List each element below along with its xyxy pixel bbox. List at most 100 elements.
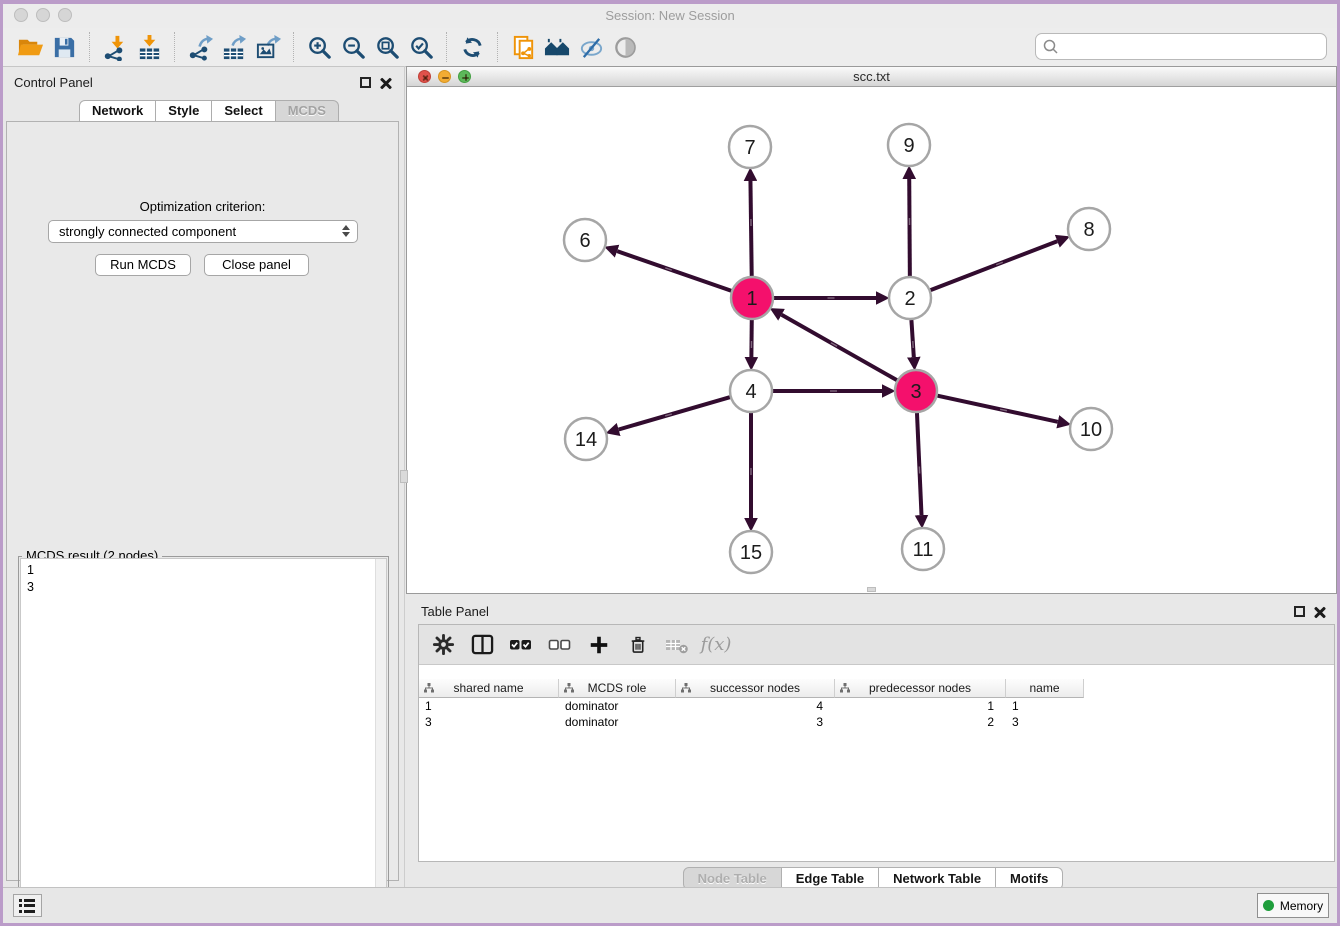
export-table-button[interactable] [217,31,251,63]
column-panel-button[interactable] [470,633,494,657]
dropdown-stepper-icon [342,225,350,237]
node-label: 9 [903,135,914,157]
close-panel-icon[interactable] [380,77,392,89]
column-header-shared-name[interactable]: shared name [419,679,559,698]
tab-style[interactable]: Style [156,100,212,122]
image-export-icon [255,34,282,61]
node-label: 1 [746,288,757,310]
mcds-result-text[interactable]: 1 3 [20,558,387,926]
save-session-button[interactable] [47,31,81,63]
column-header-predecessor-nodes[interactable]: predecessor nodes [835,679,1006,698]
node-label: 10 [1080,419,1102,441]
table-row[interactable]: 3 dominator 3 2 3 [419,714,1084,730]
window-titlebar: Session: New Session [3,4,1337,28]
edge-3-10[interactable] [937,396,1057,422]
open-session-button[interactable] [13,31,47,63]
zoom-fit-icon [374,34,401,61]
export-network-button[interactable] [183,31,217,63]
task-history-button[interactable] [13,894,42,917]
table-float-panel-icon[interactable] [1294,606,1305,617]
eye-slash-icon [578,34,605,61]
deselect-all-button[interactable] [548,633,572,657]
network-view-window: scc.txt 1234678910111415 [406,66,1337,594]
table-row[interactable]: 1 dominator 4 1 1 [419,698,1084,714]
floppy-disk-icon [51,34,78,61]
node-label: 3 [910,381,921,403]
table-panel: Table Panel [406,596,1340,888]
result-scrollbar[interactable] [375,559,386,926]
frame-resize-grip[interactable] [867,587,876,592]
zoom-out-button[interactable] [336,31,370,63]
node-label: 15 [740,542,762,564]
zoom-fit-button[interactable] [370,31,404,63]
list-icon [19,899,41,902]
search-input[interactable] [1059,37,1326,57]
tab-mcds[interactable]: MCDS [276,100,339,122]
new-network-from-selection-button[interactable] [506,31,540,63]
eye-disabled-icon [612,34,639,61]
table-settings-button[interactable] [431,633,455,657]
toolbar-separator [89,32,90,62]
tab-network[interactable]: Network [79,100,156,122]
mcds-result-groupbox: MCDS result (2 nodes) 1 3 [18,556,389,926]
export-image-button[interactable] [251,31,285,63]
function-builder-button-disabled: f(x) [704,633,728,657]
edge-2-8[interactable] [931,241,1058,290]
node-label: 14 [575,429,597,451]
edge-3-1[interactable] [782,315,897,380]
node-label: 7 [744,137,755,159]
float-panel-icon[interactable] [360,77,371,88]
import-table-button[interactable] [132,31,166,63]
documents-network-icon [510,34,537,61]
run-mcds-button[interactable]: Run MCDS [95,254,191,276]
unchecked-boxes-icon [548,633,572,657]
folder-open-icon [17,34,44,61]
first-neighbors-button[interactable] [540,31,574,63]
delete-column-button[interactable] [626,633,650,657]
zoom-selected-button[interactable] [404,31,438,63]
column-type-icon [681,683,691,693]
table-close-panel-icon[interactable] [1314,606,1326,618]
close-panel-button[interactable]: Close panel [204,254,309,276]
memory-button[interactable]: Memory [1257,893,1329,918]
zoom-in-button[interactable] [302,31,336,63]
memory-label: Memory [1280,899,1323,913]
column-header-name[interactable]: name [1006,679,1084,698]
column-header-mcds-role[interactable]: MCDS role [559,679,676,698]
node-label: 2 [904,288,915,310]
apply-layout-button[interactable] [455,31,489,63]
divider-grip[interactable] [400,470,408,483]
toolbar-separator [174,32,175,62]
table-delete-icon [665,633,689,657]
node-label: 4 [745,381,756,403]
select-all-button[interactable] [509,633,533,657]
search-field[interactable] [1035,33,1327,60]
mcds-tab-content: Optimization criterion: strongly connect… [6,121,399,881]
edge-4-14[interactable] [619,397,730,429]
column-type-icon [840,683,850,693]
edge-1-6[interactable] [617,251,731,291]
edge-1-7[interactable] [750,181,751,276]
network-window-titlebar[interactable]: scc.txt [407,67,1336,87]
edge-3-11[interactable] [917,413,922,515]
toolbar-separator [293,32,294,62]
tab-select[interactable]: Select [212,100,275,122]
checked-boxes-icon [509,633,533,657]
control-panel-tabs: Network Style Select MCDS [79,100,339,122]
network-canvas[interactable]: 1234678910111415 [407,87,1336,593]
node-table-container: f(x) shared name MCDS role successor nod… [418,624,1335,862]
houses-icon [544,34,571,61]
gear-icon [432,633,455,656]
edge-2-3[interactable] [911,320,913,357]
search-icon [1042,38,1059,55]
edge-2-9[interactable] [909,179,910,276]
criterion-dropdown[interactable]: strongly connected component [48,220,358,243]
show-all-button[interactable] [608,31,642,63]
hide-selected-button[interactable] [574,31,608,63]
zoom-selected-icon [408,34,435,61]
criterion-dropdown-value: strongly connected component [59,224,236,239]
table-header-row: shared name MCDS role successor nodes pr… [419,679,1084,698]
import-network-button[interactable] [98,31,132,63]
add-column-button[interactable] [587,633,611,657]
column-header-successor-nodes[interactable]: successor nodes [676,679,835,698]
